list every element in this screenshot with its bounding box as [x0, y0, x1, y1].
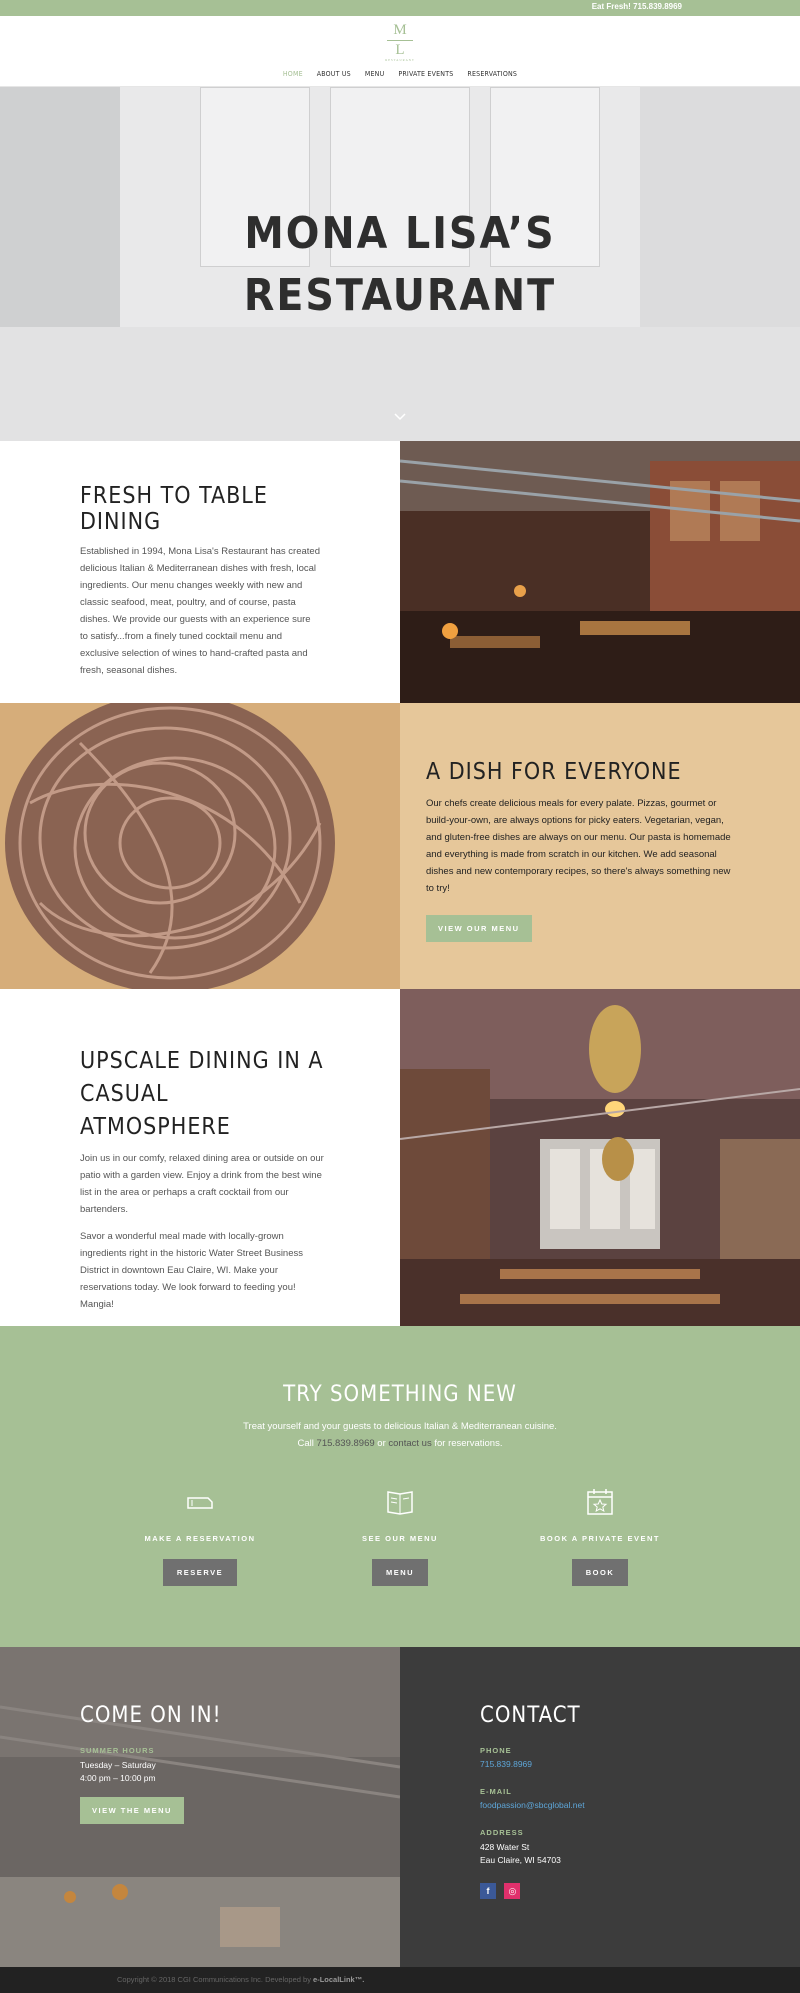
instagram-icon[interactable]: ◎	[504, 1883, 521, 1899]
copyright-prefix: Copyright © 2018 CGI Communications Inc.…	[117, 1975, 311, 1984]
cta-reservations-text: for reservations.	[434, 1438, 503, 1449]
dining-room-photo	[400, 441, 800, 703]
cta-call-text: Call	[297, 1438, 314, 1449]
nav-item-home[interactable]: HOME	[283, 70, 303, 78]
phone-link[interactable]: 715.839.8969	[480, 1759, 720, 1769]
nav-item-menu[interactable]: MENU	[365, 70, 385, 78]
cta-column-event: BOOK A PRIVATE EVENT BOOK	[520, 1486, 680, 1586]
footer-visit: COME ON IN! SUMMER HOURS Tuesday – Satur…	[0, 1647, 400, 1967]
logo-tagline: RESTAURANT	[385, 58, 415, 62]
cta-label-reservation: MAKE A RESERVATION	[144, 1534, 256, 1543]
upscale-body-1: Join us in our comfy, relaxed dining are…	[80, 1153, 324, 1215]
calendar-star-icon	[584, 1486, 616, 1518]
try-something-new-section: TRY SOMETHING NEW Treat yourself and you…	[0, 1326, 800, 1647]
upscale-title-line1: UPSCALE DINING IN A	[80, 1048, 324, 1074]
nav-item-about-us[interactable]: ABOUT US	[317, 70, 351, 78]
top-bar: Eat Fresh! 715.839.8969	[0, 0, 800, 16]
cta-contact-link[interactable]: contact us	[388, 1438, 431, 1449]
menu-book-icon	[384, 1486, 416, 1518]
copyright-text: Copyright © 2018 CGI Communications Inc.…	[117, 1975, 364, 1984]
cta-line2: Call 715.839.8969 or contact us for rese…	[0, 1435, 800, 1452]
logo-bottom-letter: L	[395, 42, 405, 58]
hours-time: 4:00 pm – 10:00 pm	[80, 1773, 156, 1783]
cta-column-reservation: MAKE A RESERVATION RESERVE	[120, 1486, 280, 1586]
logo-divider	[387, 40, 413, 41]
ticket-icon	[184, 1486, 216, 1518]
address-line2: Eau Claire, WI 54703	[480, 1855, 561, 1865]
hours-label: SUMMER HOURS	[80, 1746, 155, 1755]
scroll-down-icon[interactable]	[392, 409, 408, 425]
contact-title: CONTACT	[480, 1703, 581, 1728]
menu-button[interactable]: MENU	[371, 1559, 429, 1586]
email-label: E-MAIL	[480, 1787, 512, 1796]
fresh-title: FRESH TO TABLE DINING	[80, 483, 268, 535]
upscale-section: UPSCALE DINING IN A CASUAL ATMOSPHERE Jo…	[0, 989, 800, 1326]
logo-top-letter: M	[393, 22, 407, 38]
copyright-bar: Copyright © 2018 CGI Communications Inc.…	[0, 1967, 800, 1993]
come-on-in-title: COME ON IN!	[80, 1703, 222, 1728]
fresh-section: FRESH TO TABLE DINING Established in 199…	[0, 441, 800, 703]
hero-title: MONA LISA’S RESTAURANT	[0, 203, 800, 327]
nav-item-reservations[interactable]: RESERVATIONS	[467, 70, 517, 78]
footer-contact: CONTACT PHONE 715.839.8969 E-MAIL foodpa…	[400, 1647, 800, 1967]
upscale-body-2: Savor a wonderful meal made with locally…	[80, 1231, 303, 1310]
logo[interactable]: M L RESTAURANT	[380, 22, 420, 66]
hero-title-line1: MONA LISA’S	[244, 208, 556, 259]
upscale-title: UPSCALE DINING IN A CASUAL ATMOSPHERE	[80, 1045, 325, 1144]
cta-column-menu: SEE OUR MENU MENU	[320, 1486, 480, 1586]
reserve-button[interactable]: RESERVE	[162, 1559, 238, 1586]
upscale-title-line2: CASUAL ATMOSPHERE	[80, 1081, 231, 1140]
dish-section: A DISH FOR EVERYONE Our chefs create del…	[0, 703, 800, 989]
address-label: ADDRESS	[480, 1828, 524, 1837]
hours-days: Tuesday – Saturday	[80, 1760, 156, 1770]
fresh-body: Established in 1994, Mona Lisa's Restaur…	[80, 546, 320, 676]
nav-item-private-events[interactable]: PRIVATE EVENTS	[398, 70, 453, 78]
site-header: M L RESTAURANT HOME ABOUT US MENU PRIVAT…	[0, 16, 800, 87]
cta-phone-link[interactable]: 715.839.8969	[317, 1438, 375, 1449]
topbar-phone[interactable]: Eat Fresh! 715.839.8969	[592, 2, 682, 11]
interior-photo	[400, 989, 800, 1326]
view-our-menu-button[interactable]: VIEW OUR MENU	[426, 915, 532, 942]
address-line1: 428 Water St	[480, 1842, 530, 1852]
dish-title: A DISH FOR EVERYONE	[426, 759, 682, 785]
developer-link[interactable]: e-LocalLink™.	[313, 1975, 364, 1984]
cta-subtitle: Treat yourself and your guests to delici…	[0, 1418, 800, 1452]
main-nav: HOME ABOUT US MENU PRIVATE EVENTS RESERV…	[0, 70, 800, 78]
cta-label-event: BOOK A PRIVATE EVENT	[539, 1534, 660, 1543]
cta-label-menu: SEE OUR MENU	[362, 1534, 438, 1543]
dish-body: Our chefs create delicious meals for eve…	[426, 798, 731, 894]
book-button[interactable]: BOOK	[571, 1559, 629, 1586]
hero-section: MONA LISA’S RESTAURANT	[0, 87, 800, 441]
cta-title: TRY SOMETHING NEW	[283, 1382, 517, 1407]
phone-label: PHONE	[480, 1746, 512, 1755]
email-link[interactable]: foodpassion@sbcglobal.net	[480, 1800, 720, 1810]
cta-line1: Treat yourself and your guests to delici…	[243, 1421, 557, 1432]
cta-or-text: or	[377, 1438, 386, 1449]
facebook-icon[interactable]: f	[480, 1883, 496, 1899]
hero-title-line2: RESTAURANT	[243, 270, 557, 321]
pasta-photo	[0, 703, 400, 989]
view-the-menu-button[interactable]: VIEW THE MENU	[80, 1797, 184, 1824]
